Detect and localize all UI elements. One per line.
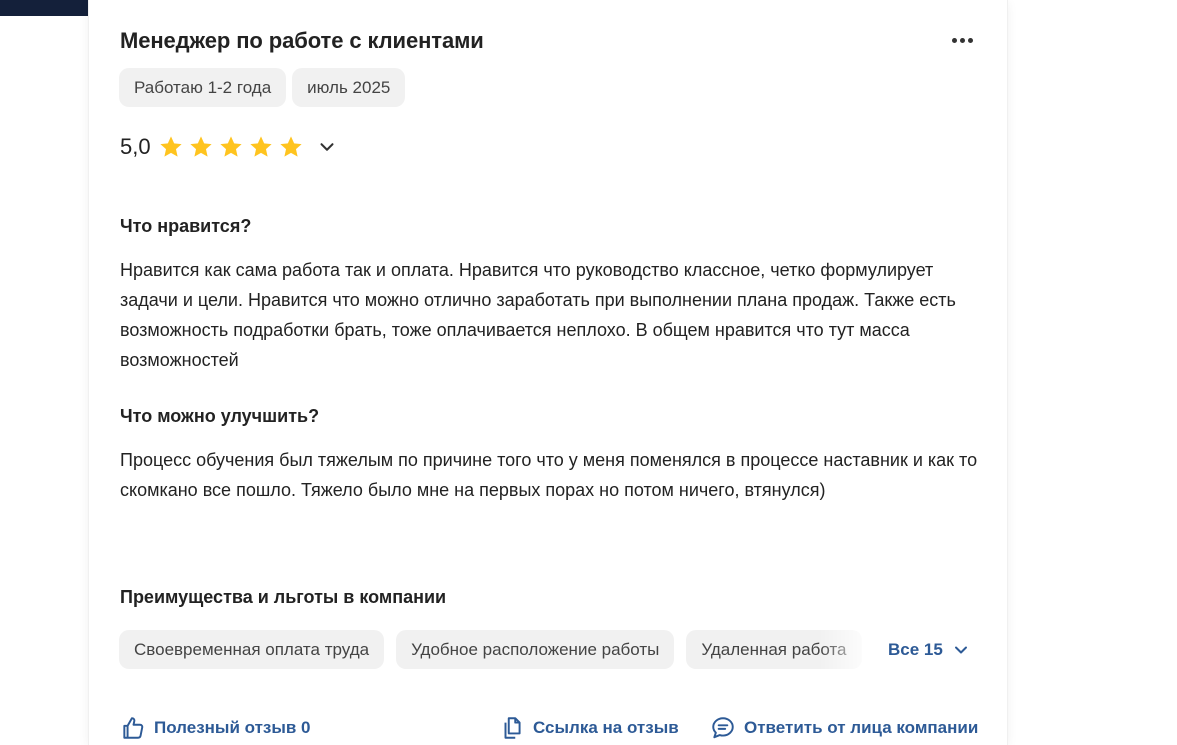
show-all-label: Все 15 (888, 639, 943, 659)
copy-link-icon (504, 717, 521, 739)
benefit-chip: Удобное расположение работы (396, 630, 675, 669)
rating-stars (158, 134, 304, 160)
star-icon (249, 136, 272, 157)
more-options-icon[interactable] (947, 30, 977, 50)
review-link-button[interactable]: Ссылка на отзыв (499, 715, 679, 741)
star-icon (219, 136, 242, 157)
improve-text: Процесс обучения был тяжелым по причине … (120, 450, 978, 500)
star-icon (159, 136, 182, 157)
rating-value: 5,0 (120, 134, 151, 159)
star-icon (279, 136, 302, 157)
review-tags: Работаю 1-2 года июль 2025 (119, 68, 406, 107)
likes-text: Нравится как сама работа так и оплата. Н… (120, 260, 956, 370)
rating: 5,0 (120, 134, 338, 160)
reply-label: Ответить от лица компании (744, 718, 979, 737)
review-card: Менеджер по работе с клиентами Работаю 1… (88, 0, 1008, 745)
star-icon (189, 136, 212, 157)
chevron-down-icon[interactable] (316, 136, 338, 158)
benefits-list: Своевременная оплата труда Удобное распо… (119, 630, 879, 669)
benefits-fade (819, 630, 889, 669)
helpful-label: Полезный отзыв 0 (154, 718, 311, 737)
chat-bubble-icon (712, 717, 734, 739)
reply-as-company-button[interactable]: Ответить от лица компании (710, 715, 978, 741)
benefit-chip: Своевременная оплата труда (119, 630, 385, 669)
benefits-heading: Преимущества и льготы в компании (120, 587, 447, 607)
tag-work-duration: Работаю 1-2 года (119, 68, 287, 107)
likes-heading: Что нравится? (120, 216, 252, 236)
tag-review-date: июль 2025 (292, 68, 406, 107)
thumbs-up-icon (123, 717, 144, 739)
chevron-down-icon (954, 646, 967, 653)
review-title: Менеджер по работе с клиентами (120, 28, 484, 53)
helpful-review-button[interactable]: Полезный отзыв 0 (120, 715, 311, 741)
review-link-label: Ссылка на отзыв (533, 718, 679, 737)
improve-heading: Что можно улучшить? (120, 406, 320, 426)
show-all-benefits-button[interactable]: Все 15 (888, 630, 971, 669)
